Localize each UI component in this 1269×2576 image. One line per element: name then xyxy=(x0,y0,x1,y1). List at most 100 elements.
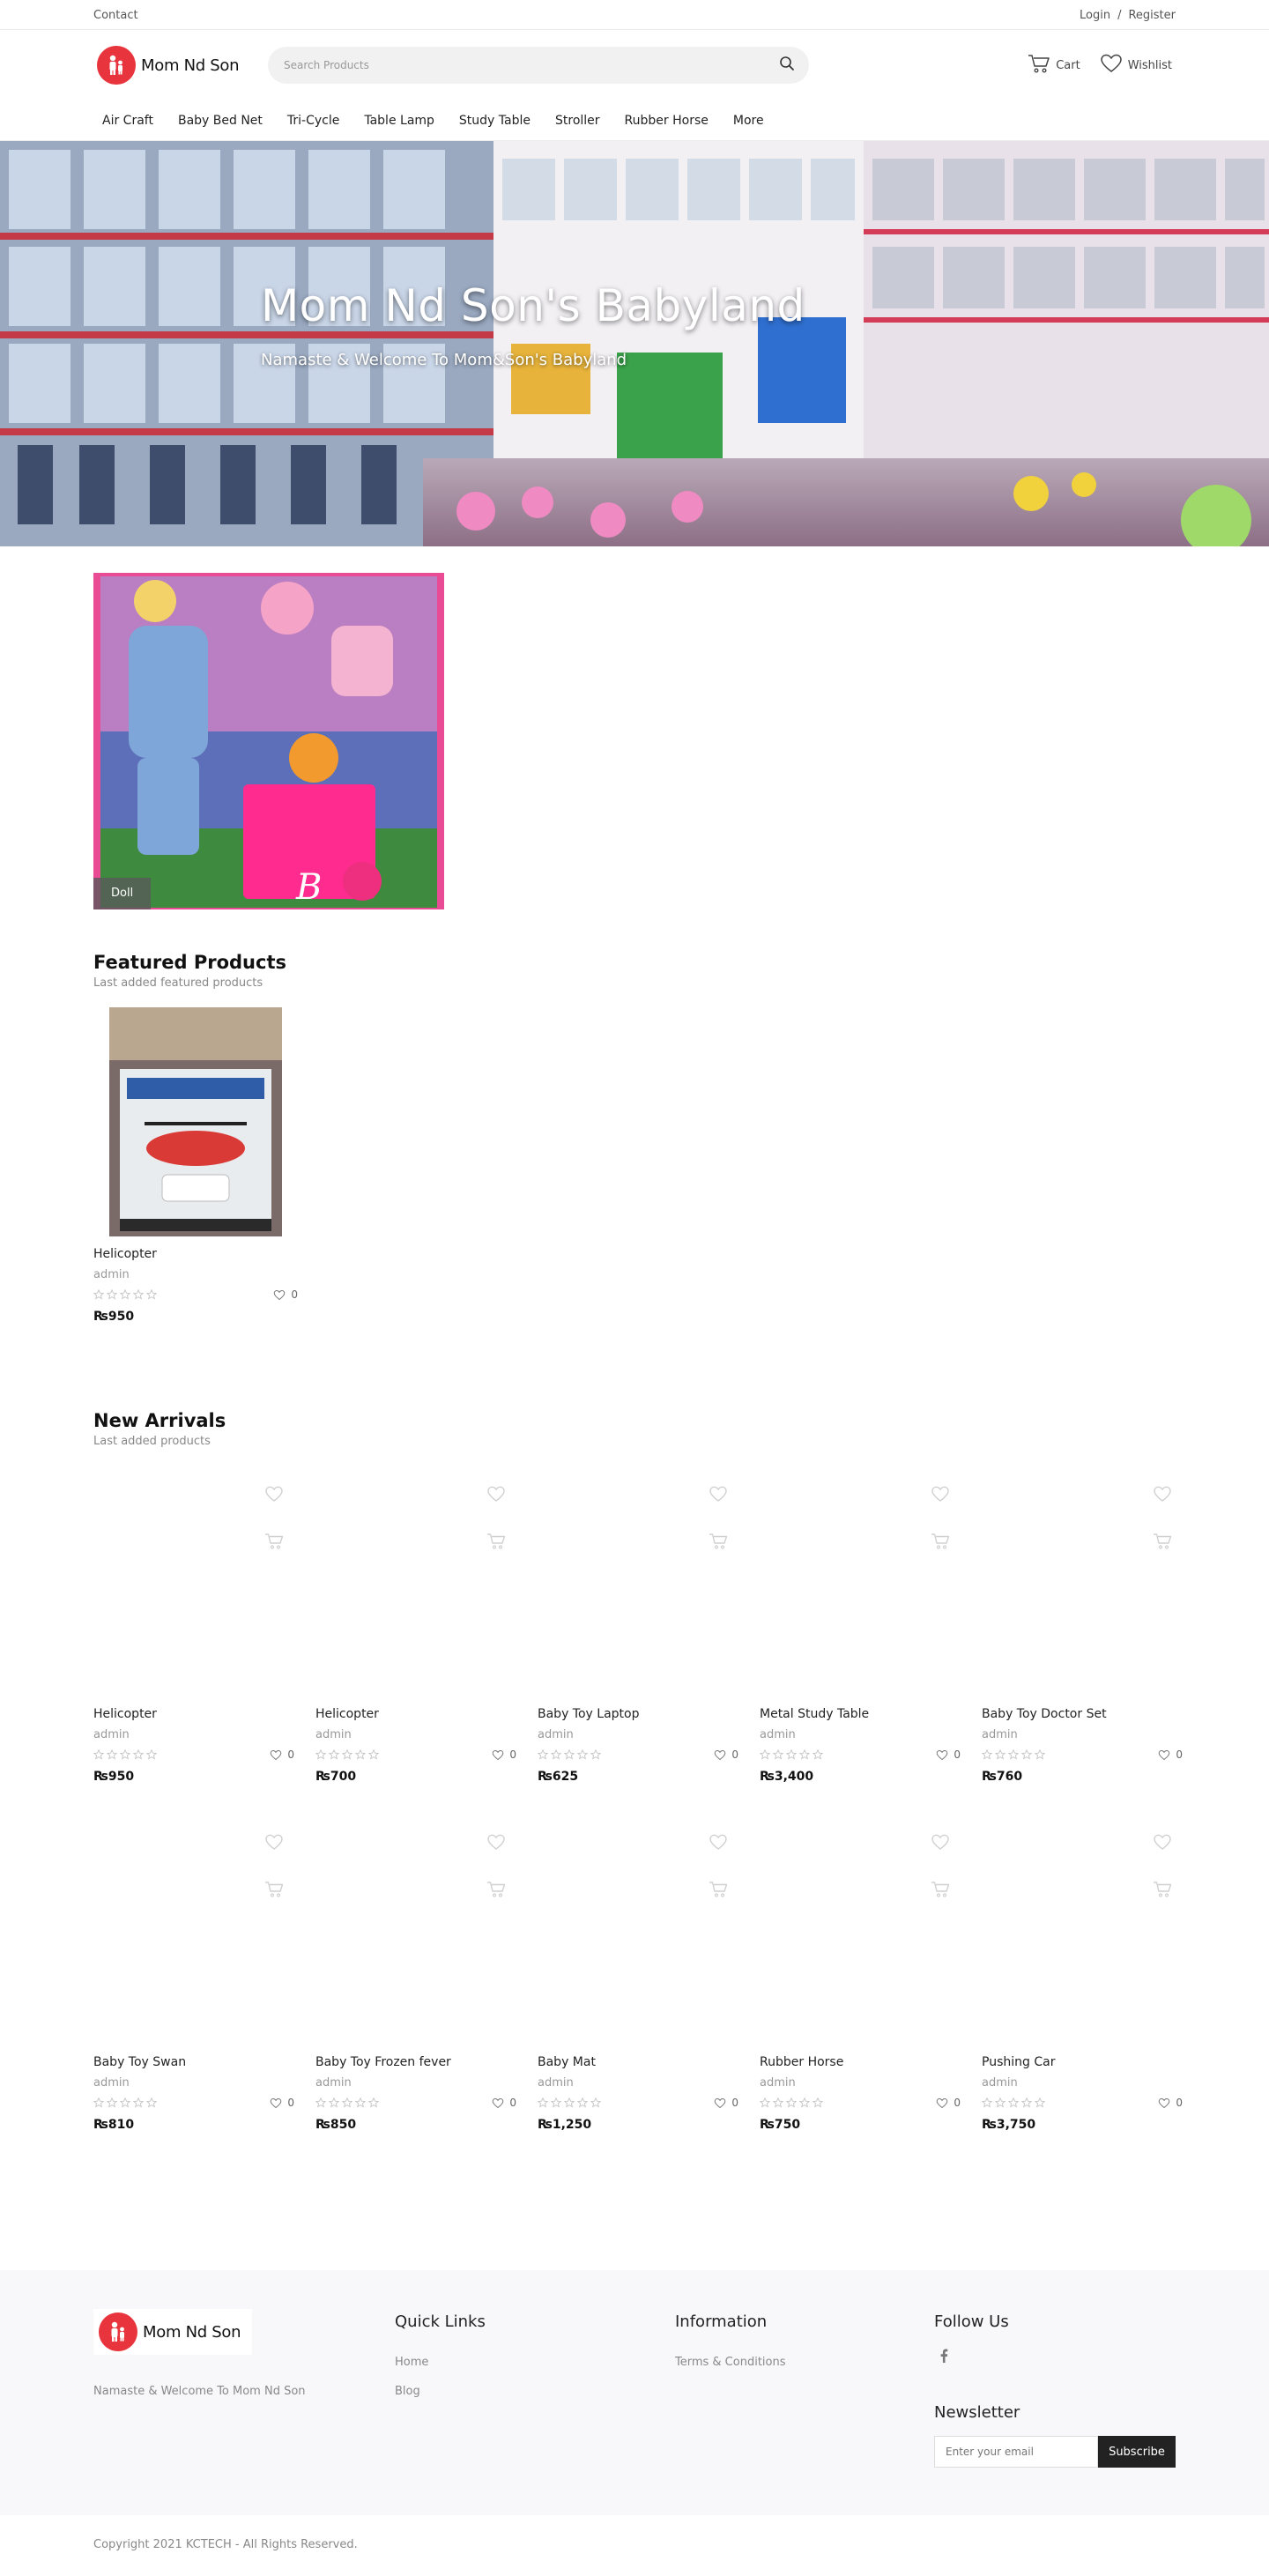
nav-item-table-lamp[interactable]: Table Lamp xyxy=(364,114,434,128)
add-to-cart-icon[interactable] xyxy=(264,1533,284,1554)
nav-item-air-craft[interactable]: Air Craft xyxy=(102,114,153,128)
add-to-cart-icon[interactable] xyxy=(486,1533,506,1554)
nav-item-tri-cycle[interactable]: Tri-Cycle xyxy=(287,114,339,128)
wishlist-count[interactable]: 0 xyxy=(936,1748,961,1761)
add-to-wishlist-icon[interactable] xyxy=(486,1833,506,1854)
search-input[interactable] xyxy=(284,59,779,71)
footer-link-home[interactable]: Home xyxy=(395,2356,675,2369)
add-to-cart-icon[interactable] xyxy=(1153,1533,1172,1554)
add-to-wishlist-icon[interactable] xyxy=(1153,1485,1172,1506)
nav-item-baby-bed-net[interactable]: Baby Bed Net xyxy=(178,114,263,128)
wishlist-count[interactable]: 0 xyxy=(270,1748,294,1761)
product-card[interactable]: Baby Toy Swan admin 0 ₨810 xyxy=(93,1821,294,2169)
featured-subtitle: Last added featured products xyxy=(93,976,263,990)
add-to-cart-icon[interactable] xyxy=(264,1881,284,1902)
wishlist-count[interactable]: 0 xyxy=(714,2097,738,2109)
wishlist-count[interactable]: 0 xyxy=(714,1748,738,1761)
category-card-doll[interactable]: B Doll xyxy=(93,573,444,909)
product-name[interactable]: Pushing Car xyxy=(982,2055,1183,2069)
add-to-cart-icon[interactable] xyxy=(709,1533,728,1554)
product-price: ₨750 xyxy=(760,2118,801,2132)
add-to-cart-icon[interactable] xyxy=(486,1881,506,1902)
product-name[interactable]: Metal Study Table xyxy=(760,1707,961,1721)
star-icon xyxy=(342,2097,352,2108)
product-card[interactable]: Baby Toy Laptop admin 0 ₨625 xyxy=(538,1473,738,1821)
star-icon xyxy=(551,2097,561,2108)
footer-logo[interactable]: Mom Nd Son xyxy=(93,2309,252,2355)
star-icon xyxy=(995,1749,1006,1760)
helicopter-image xyxy=(109,1007,282,1236)
product-card[interactable]: Metal Study Table admin 0 ₨3,400 xyxy=(760,1473,961,1821)
nav-item-study-table[interactable]: Study Table xyxy=(459,114,531,128)
nav-item-stroller[interactable]: Stroller xyxy=(555,114,600,128)
nav-item-more[interactable]: More xyxy=(733,114,764,128)
contact-link[interactable]: Contact xyxy=(93,9,138,22)
add-to-cart-icon[interactable] xyxy=(709,1881,728,1902)
footer-link-blog[interactable]: Blog xyxy=(395,2385,675,2398)
product-card[interactable]: Rubber Horse admin 0 ₨750 xyxy=(760,1821,961,2169)
arrivals-title: New Arrivals xyxy=(93,1410,226,1431)
wishlist-count[interactable]: 0 xyxy=(492,1748,516,1761)
product-card[interactable]: Helicopter admin 0 ₨700 xyxy=(315,1473,516,1821)
add-to-wishlist-icon[interactable] xyxy=(264,1485,284,1506)
star-icon xyxy=(564,2097,575,2108)
product-name[interactable]: Helicopter xyxy=(93,1707,294,1721)
register-link[interactable]: Register xyxy=(1128,9,1176,22)
wishlist-button[interactable]: Wishlist xyxy=(1100,53,1172,78)
product-name[interactable]: Baby Mat xyxy=(538,2055,738,2069)
product-actions xyxy=(1153,1833,1172,1902)
doll-image: B xyxy=(93,573,444,909)
product-info: Baby Toy Swan admin 0 ₨810 xyxy=(93,2055,294,2132)
wishlist-count[interactable]: 0 xyxy=(492,2097,516,2109)
add-to-wishlist-icon[interactable] xyxy=(931,1485,950,1506)
wishlist-count[interactable]: 0 xyxy=(1158,2097,1183,2109)
site-logo[interactable]: Mom Nd Son xyxy=(97,46,268,85)
add-to-wishlist-icon[interactable] xyxy=(709,1833,728,1854)
add-to-wishlist-icon[interactable] xyxy=(1153,1833,1172,1854)
product-name[interactable]: Helicopter xyxy=(93,1247,298,1261)
product-info: Helicopter admin 0 ₨950 xyxy=(93,1707,294,1784)
product-card[interactable]: Helicopter admin 0 ₨950 xyxy=(93,1473,294,1821)
add-to-cart-icon[interactable] xyxy=(1153,1881,1172,1902)
footer-link-terms[interactable]: Terms & Conditions xyxy=(675,2356,934,2369)
add-to-wishlist-icon[interactable] xyxy=(709,1485,728,1506)
product-author: admin xyxy=(538,1728,574,1741)
wishlist-count[interactable]: 0 xyxy=(1158,1748,1183,1761)
product-name[interactable]: Baby Toy Laptop xyxy=(538,1707,738,1721)
rating-stars xyxy=(982,1749,1045,1760)
login-link[interactable]: Login xyxy=(1080,9,1110,22)
product-name[interactable]: Baby Toy Frozen fever xyxy=(315,2055,516,2069)
newsletter-email-input[interactable] xyxy=(934,2436,1098,2468)
add-to-cart-icon[interactable] xyxy=(931,1881,950,1902)
star-icon xyxy=(813,2097,823,2108)
product-name[interactable]: Helicopter xyxy=(315,1707,516,1721)
wishlist-count[interactable]: 0 xyxy=(936,2097,961,2109)
star-icon xyxy=(120,2097,130,2108)
star-icon xyxy=(368,1749,379,1760)
featured-product-card[interactable]: Helicopter admin 0 ₨950 xyxy=(93,1007,298,1324)
product-card[interactable]: Baby Toy Frozen fever admin 0 ₨850 xyxy=(315,1821,516,2169)
product-name[interactable]: Rubber Horse xyxy=(760,2055,961,2069)
cart-button[interactable]: Cart xyxy=(1028,53,1080,78)
wishlist-count-value: 0 xyxy=(954,2097,961,2109)
product-card[interactable]: Baby Mat admin 0 ₨1,250 xyxy=(538,1821,738,2169)
subscribe-button[interactable]: Subscribe xyxy=(1098,2436,1176,2468)
wishlist-count[interactable]: 0 xyxy=(273,1288,298,1301)
facebook-icon[interactable] xyxy=(939,2349,948,2366)
footer-about-column: Mom Nd Son Namaste & Welcome To Mom Nd S… xyxy=(93,2309,395,2468)
product-name[interactable]: Baby Toy Doctor Set xyxy=(982,1707,1183,1721)
wishlist-count[interactable]: 0 xyxy=(270,2097,294,2109)
product-card[interactable]: Baby Toy Doctor Set admin 0 ₨760 xyxy=(982,1473,1183,1821)
add-to-wishlist-icon[interactable] xyxy=(486,1485,506,1506)
star-icon xyxy=(120,1749,130,1760)
wishlist-count-value: 0 xyxy=(287,1748,294,1761)
add-to-cart-icon[interactable] xyxy=(931,1533,950,1554)
wishlist-count-value: 0 xyxy=(287,2097,294,2109)
product-name[interactable]: Baby Toy Swan xyxy=(93,2055,294,2069)
add-to-wishlist-icon[interactable] xyxy=(931,1833,950,1854)
nav-item-rubber-horse[interactable]: Rubber Horse xyxy=(625,114,709,128)
copyright-bar: Copyright 2021 KCTECH - All Rights Reser… xyxy=(0,2533,1269,2551)
search-icon[interactable] xyxy=(779,56,795,75)
product-card[interactable]: Pushing Car admin 0 ₨3,750 xyxy=(982,1821,1183,2169)
add-to-wishlist-icon[interactable] xyxy=(264,1833,284,1854)
